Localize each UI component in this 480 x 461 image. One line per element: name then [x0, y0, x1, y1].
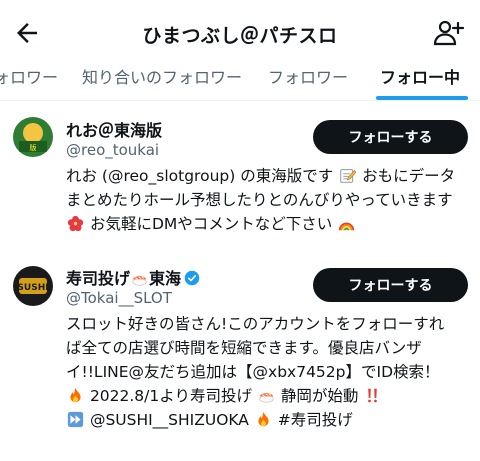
bio-text: お気軽にDMやコメントなど下さい [89, 215, 333, 233]
bio-mention-link[interactable]: @SUSHI__SHIZUOKA [90, 411, 249, 429]
tab-followers[interactable]: フォロワー [268, 64, 348, 88]
bio-text: まとめたりホール予想したりとのんびりやっていきます [66, 191, 453, 209]
memo-emoji-icon [340, 168, 357, 183]
sushi-emoji-icon [259, 393, 274, 403]
tab-followers-you-know[interactable]: 知り合いのフォロワー [82, 64, 242, 88]
double-exclamation-emoji-icon [368, 388, 378, 403]
tab-following[interactable]: フォロー中 [380, 64, 460, 88]
svg-text:版: 版 [30, 143, 37, 152]
bio-text: 2022.8/1より寿司投げ [89, 387, 252, 405]
fire-emoji-icon [70, 387, 81, 403]
user-handle[interactable]: @Tokai__SLOT [66, 289, 172, 307]
person-add-icon [433, 20, 465, 46]
follow-button[interactable]: フォローする [313, 268, 468, 302]
tab-followers-verified[interactable]: ォロワー [0, 64, 58, 88]
follow-button[interactable]: フォローする [313, 120, 468, 154]
bio-text: おもにデータ [362, 167, 456, 185]
avatar[interactable]: SUSHI [13, 266, 53, 306]
user-display-name[interactable]: 寿司投げ 東海 [66, 265, 200, 289]
avatar[interactable]: 版 [13, 117, 53, 157]
user-cell[interactable]: SUSHI 寿司投げ 東海 @Tokai__SLOT フォローする スロット好き… [0, 260, 480, 461]
fire-emoji-icon [258, 411, 269, 427]
tab-bar: ォロワー 知り合いのフォロワー フォロワー フォロー中 [0, 56, 480, 101]
bio-text: スロット好きの皆さん!このアカウントをフォローすれ [66, 315, 445, 333]
page-title: ひまつぶし＠パチスロ [142, 25, 338, 47]
verified-badge-icon [184, 270, 200, 286]
sushi-emoji-icon [132, 276, 147, 286]
bio-text: 静岡が始動 [280, 387, 359, 405]
hibiscus-emoji-icon [67, 215, 84, 232]
user-bio: スロット好きの皆さん!このアカウントをフォローすれ ば全ての店選び時間を短縮でき… [66, 312, 476, 432]
add-user-button[interactable] [432, 17, 465, 49]
user-cell[interactable]: 版 れお＠東海版 @reo_toukai フォローする れお (@reo_slo… [0, 100, 480, 260]
bio-text: ば全ての店選び時間を短縮できます。優良店バンザ [66, 339, 422, 357]
user-handle[interactable]: @reo_toukai [66, 141, 159, 159]
svg-text:SUSHI: SUSHI [17, 283, 48, 293]
bio-text: れお (@reo_slotgroup) の東海版です [66, 167, 334, 185]
bio-text: イ!!LINE@友だち追加は【@xbx7452p】でID検索！ [66, 363, 440, 381]
rainbow-emoji-icon [339, 222, 355, 231]
fast-forward-emoji-icon [67, 411, 84, 428]
bio-hashtag-link[interactable]: #寿司投げ [278, 411, 353, 429]
user-bio: れお (@reo_slotgroup) の東海版です おもにデータ まとめたりホ… [66, 164, 476, 236]
user-display-name[interactable]: れお＠東海版 [66, 117, 162, 141]
